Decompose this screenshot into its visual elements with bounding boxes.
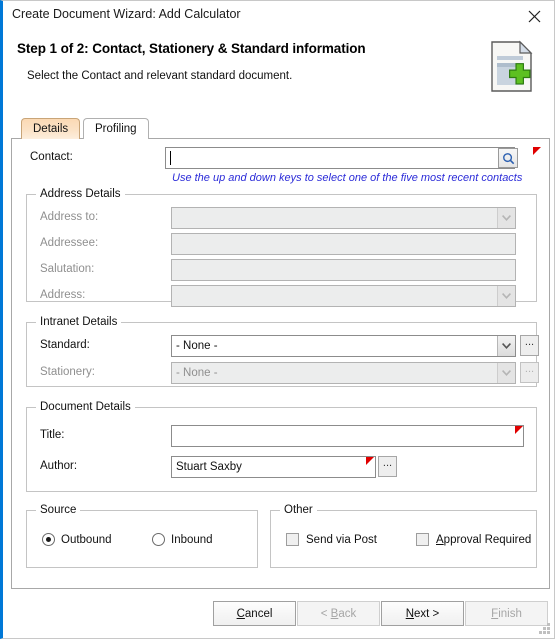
tab-details[interactable]: Details (21, 118, 81, 139)
cancel-accel: C (236, 607, 245, 620)
details-panel: Contact: Use the up and down keys to sel… (11, 138, 550, 589)
standard-browse-label: ... (524, 336, 535, 348)
author-browse-button[interactable]: ... (378, 456, 397, 477)
standard-browse-button[interactable]: ... (520, 335, 539, 356)
address-chevron-down-icon[interactable] (497, 286, 515, 306)
address-to-combobox[interactable] (171, 207, 516, 229)
close-button[interactable] (514, 1, 554, 31)
stationery-label: Stationery: (40, 366, 95, 378)
contact-search-button[interactable] (498, 148, 518, 168)
radio-outbound-indicator (42, 533, 55, 546)
finish-label: Finish (491, 608, 522, 620)
window-title: Create Document Wizard: Add Calculator (12, 7, 241, 21)
address-label: Address: (40, 289, 86, 301)
back-label: < Back (320, 607, 357, 620)
checkbox-approval-required[interactable]: Approval Required (416, 533, 531, 546)
contact-required-marker (533, 147, 541, 155)
contact-input[interactable] (165, 147, 515, 169)
standard-chevron-down-icon[interactable] (497, 336, 515, 356)
checkbox-approval-required-label: Approval Required (436, 534, 531, 546)
stationery-browse-label: ... (524, 363, 535, 375)
title-input[interactable] (171, 425, 524, 447)
stationery-chevron-down-icon[interactable] (497, 363, 515, 383)
back-button: < Back (297, 601, 380, 626)
resize-grip[interactable] (539, 623, 551, 635)
finish-rest: inish (498, 607, 522, 620)
address-combobox[interactable] (171, 285, 516, 307)
radio-inbound[interactable]: Inbound (152, 533, 213, 546)
addressee-label: Addressee: (40, 237, 99, 249)
author-required-marker (366, 457, 374, 465)
checkbox-send-via-post[interactable]: Send via Post (286, 533, 377, 546)
header-band: Step 1 of 2: Contact, Stationery & Stand… (3, 31, 554, 113)
salutation-input[interactable] (171, 259, 516, 281)
author-input[interactable]: Stuart Saxby (171, 456, 376, 478)
author-label: Author: (40, 460, 78, 472)
intranet-details-title: Intranet Details (36, 316, 122, 328)
document-details-group: Document Details (26, 401, 537, 492)
checkbox-send-via-post-indicator (286, 533, 299, 546)
title-label: Title: (40, 429, 65, 441)
stationery-browse-button: ... (520, 362, 539, 383)
standard-label: Standard: (40, 339, 90, 351)
next-accel: N (405, 607, 415, 620)
standard-combobox[interactable]: - None - (171, 335, 516, 357)
next-button[interactable]: Next > (381, 601, 464, 626)
address-to-chevron-down-icon[interactable] (497, 208, 515, 228)
page-title: Step 1 of 2: Contact, Stationery & Stand… (17, 41, 366, 56)
cancel-label: Cancel (237, 608, 273, 620)
author-browse-label: ... (382, 457, 393, 469)
next-rest: ext > (414, 607, 440, 620)
new-document-icon (491, 40, 533, 92)
next-label: Next > (406, 608, 440, 620)
cancel-rest: ancel (244, 607, 273, 620)
address-to-label: Address to: (40, 211, 99, 223)
other-title: Other (280, 504, 317, 516)
stationery-combobox[interactable]: - None - (171, 362, 516, 384)
contact-label: Contact: (30, 151, 73, 163)
radio-inbound-indicator (152, 533, 165, 546)
tab-strip: Details Profiling (11, 118, 550, 139)
contact-hint-text: Use the up and down keys to select one o… (172, 172, 523, 184)
page-subtitle: Select the Contact and relevant standard… (27, 70, 293, 82)
finish-button: Finish (465, 601, 548, 626)
close-icon (528, 10, 540, 22)
checkbox-approval-accel: A (436, 533, 444, 546)
cancel-button[interactable]: Cancel (213, 601, 296, 626)
radio-outbound-label: Outbound (61, 533, 112, 546)
back-rest: ack (338, 607, 357, 620)
radio-inbound-label: Inbound (171, 533, 213, 546)
checkbox-approval-rest: pproval Required (443, 533, 532, 546)
wizard-dialog: Create Document Wizard: Add Calculator S… (0, 0, 555, 639)
salutation-label: Salutation: (40, 263, 95, 275)
addressee-input[interactable] (171, 233, 516, 255)
document-details-title: Document Details (36, 401, 135, 413)
title-required-marker (515, 426, 523, 434)
search-icon (502, 152, 514, 164)
checkbox-send-via-post-label: Send via Post (306, 533, 377, 546)
text-caret (170, 151, 171, 165)
radio-outbound[interactable]: Outbound (42, 533, 112, 546)
tab-profiling[interactable]: Profiling (83, 118, 149, 139)
title-bar: Create Document Wizard: Add Calculator (3, 1, 554, 31)
address-details-title: Address Details (36, 188, 125, 200)
checkbox-approval-required-indicator (416, 533, 429, 546)
source-title: Source (36, 504, 81, 516)
